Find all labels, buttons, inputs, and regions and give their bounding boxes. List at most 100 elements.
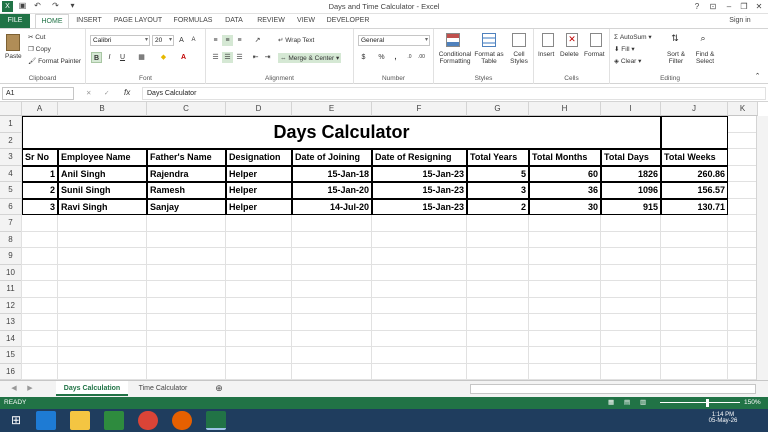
- insert-cells-button[interactable]: Insert: [538, 51, 554, 58]
- decrease-font-icon[interactable]: A: [188, 35, 199, 46]
- data-cell[interactable]: 2: [467, 198, 529, 215]
- header-cell[interactable]: Total Months: [529, 149, 601, 166]
- header-cell[interactable]: Father's Name: [147, 149, 226, 166]
- data-cell[interactable]: 60: [529, 165, 601, 182]
- format-as-table-button[interactable]: Format as Table: [474, 51, 504, 65]
- header-cell[interactable]: Sanjay: [147, 198, 226, 215]
- column-header[interactable]: J: [661, 102, 728, 116]
- normal-view-icon[interactable]: ▦: [608, 397, 614, 409]
- orientation-icon[interactable]: ↗: [252, 35, 263, 46]
- column-header[interactable]: K: [728, 102, 758, 116]
- data-cell[interactable]: 1826: [601, 165, 661, 182]
- autosum-button[interactable]: Σ AutoSum ▾: [614, 33, 652, 41]
- data-cell[interactable]: 15-Jan-23: [372, 165, 467, 182]
- row-header[interactable]: 4: [0, 165, 22, 182]
- firefox-icon[interactable]: [172, 411, 192, 430]
- data-cell[interactable]: 156.57: [661, 182, 728, 199]
- data-cell[interactable]: 130.71: [661, 198, 728, 215]
- page-break-view-icon[interactable]: ▥: [640, 397, 646, 409]
- zoom-slider-handle[interactable]: [706, 399, 709, 407]
- name-box[interactable]: A1: [2, 87, 74, 100]
- header-cell[interactable]: Helper: [226, 165, 292, 182]
- header-cell[interactable]: Sunil Singh: [58, 182, 147, 199]
- delete-cells-icon[interactable]: ✕: [566, 33, 578, 47]
- align-top-icon[interactable]: ≡: [210, 35, 221, 46]
- format-cells-icon[interactable]: [590, 33, 602, 47]
- paste-icon[interactable]: [6, 34, 20, 51]
- delete-cells-button[interactable]: Delete: [560, 51, 579, 58]
- font-color-icon[interactable]: A: [178, 52, 189, 63]
- tab-home[interactable]: HOME: [35, 14, 69, 28]
- sign-in-link[interactable]: Sign in: [726, 14, 754, 28]
- format-cells-button[interactable]: Format: [584, 51, 605, 58]
- select-all-corner[interactable]: [0, 102, 22, 116]
- row-header[interactable]: 16: [0, 363, 22, 380]
- header-cell[interactable]: Ramesh: [147, 182, 226, 199]
- row-header[interactable]: 3: [0, 149, 22, 166]
- header-cell[interactable]: Sr No: [22, 149, 58, 166]
- clear-button[interactable]: ◈ Clear ▾: [614, 57, 641, 65]
- tab-formulas[interactable]: FORMULAS: [170, 14, 216, 28]
- excel-taskbar-icon[interactable]: [206, 411, 226, 430]
- find-select-button[interactable]: Find & Select: [692, 51, 718, 65]
- data-cell[interactable]: 36: [529, 182, 601, 199]
- cell-styles-button[interactable]: Cell Styles: [506, 51, 532, 65]
- page-layout-view-icon[interactable]: ▤: [624, 397, 630, 409]
- zoom-level[interactable]: 150%: [744, 397, 761, 409]
- data-cell[interactable]: 15-Jan-23: [372, 182, 467, 199]
- next-sheet-icon[interactable]: ▶: [24, 381, 36, 396]
- currency-button[interactable]: $: [358, 52, 369, 63]
- find-icon[interactable]: ⌕: [696, 33, 710, 47]
- row-header[interactable]: 10: [0, 264, 22, 281]
- data-cell[interactable]: 260.86: [661, 165, 728, 182]
- tab-view[interactable]: VIEW: [293, 14, 319, 28]
- header-cell[interactable]: Total Days: [601, 149, 661, 166]
- data-cell[interactable]: 14-Jul-20: [292, 198, 372, 215]
- data-cell[interactable]: 3: [22, 198, 58, 215]
- row-header[interactable]: 2: [0, 132, 22, 149]
- tab-developer[interactable]: DEVELOPER: [324, 14, 372, 28]
- cell-styles-icon[interactable]: [512, 33, 526, 47]
- data-cell[interactable]: 915: [601, 198, 661, 215]
- header-cell[interactable]: Date of Joining: [292, 149, 372, 166]
- header-cell[interactable]: Total Weeks: [661, 149, 728, 166]
- data-cell[interactable]: 30: [529, 198, 601, 215]
- wrap-text-button[interactable]: ↵ Wrap Text: [278, 36, 314, 44]
- header-cell[interactable]: Designation: [226, 149, 292, 166]
- vertical-scrollbar[interactable]: [756, 116, 768, 380]
- conditional-formatting-button[interactable]: Conditional Formatting: [436, 51, 474, 65]
- align-bottom-icon[interactable]: ≡: [234, 35, 245, 46]
- column-header[interactable]: I: [601, 102, 661, 116]
- column-header[interactable]: D: [226, 102, 292, 116]
- tab-insert[interactable]: INSERT: [72, 14, 106, 28]
- align-right-icon[interactable]: ☰: [234, 52, 245, 63]
- data-cell[interactable]: 3: [467, 182, 529, 199]
- cancel-icon[interactable]: ✕: [86, 89, 91, 97]
- row-header[interactable]: 13: [0, 314, 22, 331]
- header-cell[interactable]: Rajendra: [147, 165, 226, 182]
- insert-function-icon[interactable]: fx: [124, 88, 130, 97]
- title-cell[interactable]: Days Calculator: [22, 116, 661, 149]
- chrome-icon[interactable]: [138, 411, 158, 430]
- align-center-icon[interactable]: ☰: [222, 52, 233, 63]
- prev-sheet-icon[interactable]: ◀: [8, 381, 20, 396]
- header-cell[interactable]: Ravi Singh: [58, 198, 147, 215]
- cut-button[interactable]: ✂ Cut: [28, 33, 45, 41]
- blank-bordered-cell[interactable]: [661, 116, 728, 149]
- percent-button[interactable]: %: [376, 52, 387, 63]
- sort-filter-button[interactable]: Sort & Filter: [662, 51, 690, 65]
- row-header[interactable]: 6: [0, 198, 22, 215]
- header-cell[interactable]: Employee Name: [58, 149, 147, 166]
- number-format-select[interactable]: General: [358, 35, 430, 46]
- restore-icon[interactable]: ❐: [737, 0, 751, 13]
- edge-icon[interactable]: [36, 411, 56, 430]
- store-icon[interactable]: [104, 411, 124, 430]
- row-header[interactable]: 15: [0, 347, 22, 364]
- column-header[interactable]: B: [58, 102, 147, 116]
- sheet-tab-time-calculator[interactable]: Time Calculator: [132, 381, 194, 396]
- fill-color-icon[interactable]: ◆: [158, 52, 169, 63]
- paste-button[interactable]: Paste: [5, 53, 22, 60]
- help-icon[interactable]: ?: [690, 0, 704, 13]
- font-name-select[interactable]: Calibri: [90, 35, 150, 46]
- data-cell[interactable]: 15-Jan-18: [292, 165, 372, 182]
